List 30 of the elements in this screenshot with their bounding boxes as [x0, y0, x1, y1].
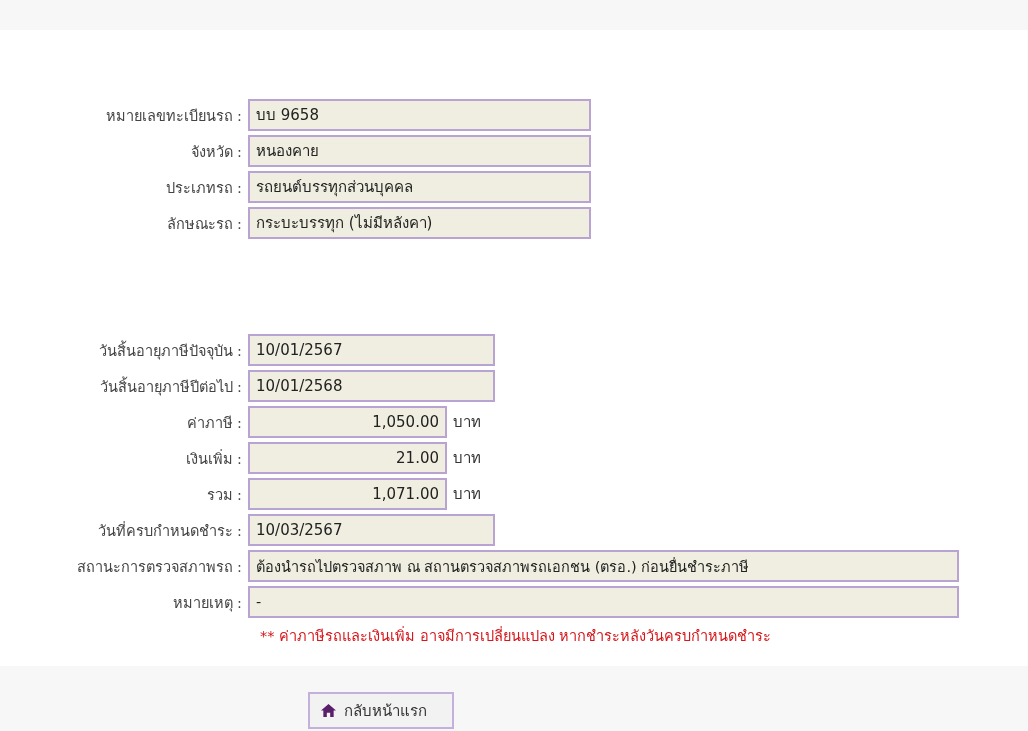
readonly-field[interactable]: ต้องนำรถไปตรวจสภาพ ณ สถานตรวจสภาพรถเอกชน (ตรอ.) ก่อนยื่นชำระภาษี — [248, 550, 959, 582]
field-label: วันที่ครบกำหนดชำระ : — [96, 520, 243, 541]
readonly-field[interactable]: 10/03/2567 — [248, 514, 495, 546]
field-label: ค่าภาษี : — [185, 413, 243, 433]
field-label: เงินเพิ่ม : — [184, 448, 243, 469]
field-label: วันสิ้นอายุภาษีปีต่อไป : — [98, 375, 243, 398]
readonly-field[interactable]: หนองคาย — [248, 135, 591, 167]
home-button[interactable]: กลับหน้าแรก — [308, 692, 454, 729]
field-label: สถานะการตรวจสภาพรถ : — [75, 557, 243, 577]
currency-unit: บาท — [453, 448, 481, 469]
readonly-field[interactable]: 1,050.00 — [248, 406, 447, 438]
readonly-field[interactable]: 10/01/2568 — [248, 370, 495, 402]
warning-note: ** ค่าภาษีรถและเงินเพิ่ม อาจมีการเปลี่ยนแปลง หากชำระหลังวันครบกำหนดชำระ — [260, 628, 772, 644]
field-label: จังหวัด : — [189, 142, 243, 162]
readonly-field[interactable]: 21.00 — [248, 442, 447, 474]
readonly-field[interactable]: บบ 9658 — [248, 99, 591, 131]
readonly-field[interactable]: รถยนต์บรรทุกส่วนบุคคล — [248, 171, 591, 203]
currency-unit: บาท — [453, 484, 481, 505]
field-label: ประเภทรถ : — [164, 178, 243, 198]
currency-unit: บาท — [453, 412, 481, 433]
home-icon — [320, 703, 337, 718]
readonly-field[interactable]: กระบะบรรทุก (ไม่มีหลังคา) — [248, 207, 591, 239]
field-label: หมายเหตุ : — [171, 593, 243, 614]
readonly-field[interactable]: 1,071.00 — [248, 478, 447, 510]
field-label: วันสิ้นอายุภาษีปัจจุบัน : — [97, 339, 243, 362]
field-label: ลักษณะรถ : — [165, 214, 243, 234]
field-label: รวม : — [205, 485, 243, 505]
field-label: หมายเลขทะเบียนรถ : — [104, 106, 243, 126]
readonly-field[interactable]: 10/01/2567 — [248, 334, 495, 366]
readonly-field[interactable]: - — [248, 586, 959, 618]
